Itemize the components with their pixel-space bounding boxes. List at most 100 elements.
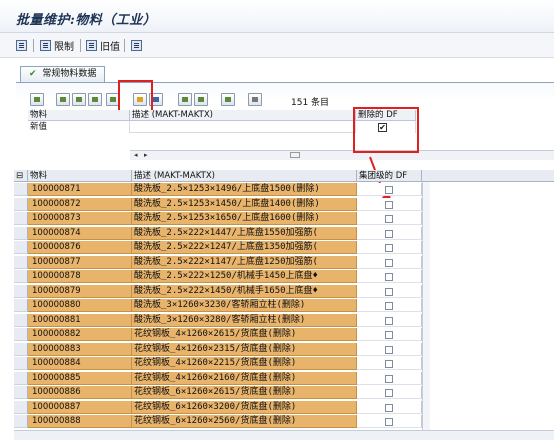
row-checkbox[interactable] [385,418,393,426]
description-cell[interactable]: 花纹钢板_4×1260×2160/货底盘(删除) [132,371,357,385]
row-checkbox[interactable] [385,229,393,238]
description-cell[interactable]: 酸洗板_2.5×1253×1450/上底盘1400(删除) [132,197,357,211]
description-cell[interactable]: 花纹钢板_6×1260×2615/货底盘(删除) [132,386,357,399]
grid-header: ⊟ 物料 描述 (MAKT-MAKTX) 集团级的 DF [14,170,554,182]
row-selector[interactable] [14,386,28,399]
material-cell: 100000881 [28,313,132,327]
copy-button[interactable] [56,93,70,106]
row-selector[interactable] [14,299,28,312]
flag-cell [357,299,422,312]
row-checkbox[interactable] [385,374,393,383]
row-selector[interactable] [14,400,28,414]
row-checkbox[interactable] [385,200,393,209]
scroll-left-icon[interactable]: ◂ [134,151,138,159]
row-checkbox[interactable] [385,215,393,223]
table-row[interactable]: 100000874 酸洗板_2.5×222×1447/上底盘1550加强筋( [14,226,422,240]
flag-cell [357,415,422,428]
row-selector[interactable] [14,255,28,269]
row-checkbox[interactable] [385,287,393,296]
table-row[interactable]: 100000886 花纹钢板_6×1260×2615/货底盘(删除) [14,386,422,399]
material-cell: 100000882 [28,328,132,341]
row-selector[interactable] [14,371,28,385]
table-row[interactable]: 100000872 酸洗板_2.5×1253×1450/上底盘1400(删除) [14,197,422,211]
export-button[interactable] [221,93,235,106]
table-row[interactable]: 100000878 酸洗板_2.5×222×1250/机械手1450上底盘♦ [14,270,422,283]
row-selector[interactable] [14,342,28,356]
row-selector[interactable] [14,183,28,196]
print-button[interactable] [248,93,262,106]
row-selector[interactable] [14,197,28,211]
row-selector[interactable] [14,241,28,254]
sort-desc-button[interactable] [194,93,208,106]
tab-general-material-data[interactable]: ✔ 常规物料数据 [20,66,106,82]
table-row[interactable]: 100000888 花纹钢板_6×1260×2560/货底盘(删除) [14,415,422,428]
scroll-right-icon[interactable]: ▸ [144,151,148,159]
description-cell[interactable]: 花纹钢板_4×1260×2315/货底盘(删除) [132,342,357,356]
material-cell: 100000879 [28,284,132,298]
description-cell[interactable]: 酸洗板_2.5×1253×1650/上底盘1600(删除) [132,212,357,225]
refresh-button[interactable] [131,37,142,53]
row-selector[interactable] [14,284,28,298]
table-row[interactable]: 100000882 花纹钢板_4×1260×2615/货底盘(删除) [14,328,422,341]
row-checkbox[interactable] [385,316,393,325]
grid-vertical-scrollbar[interactable] [422,182,430,430]
flag-cell [357,226,422,240]
row-checkbox[interactable] [385,345,393,354]
description-cell[interactable]: 花纹钢板_6×1260×2560/货底盘(删除) [132,415,357,428]
description-cell[interactable]: 花纹钢板_4×1260×2215/货底盘(删除) [132,357,357,370]
header-desc: 描述 (MAKT-MAKTX) [132,170,357,182]
material-cell: 100000888 [28,415,132,428]
layout-icon[interactable]: ⊟ [14,170,28,182]
table-row[interactable]: 100000877 酸洗板_2.5×222×1147/上底盘1250加强筋( [14,255,422,269]
row-checkbox[interactable] [385,186,393,194]
paste-button[interactable] [72,93,86,106]
description-cell[interactable]: 酸洗板_3×1260×3230/客轿厢立柱(删除) [132,299,357,312]
old-value-button[interactable]: 旧值 [86,37,120,53]
description-cell[interactable]: 花纹钢板_4×1260×2615/货底盘(删除) [132,328,357,341]
flag-cell [357,270,422,283]
select-all-button[interactable] [30,93,44,106]
row-selector[interactable] [14,270,28,283]
scroll-thumb[interactable] [290,152,300,158]
table-row[interactable]: 100000871 酸洗板_2.5×1253×1496/上底盘1500(删除) [14,183,422,196]
row-selector[interactable] [14,328,28,341]
row-checkbox[interactable] [385,331,393,339]
execute-button[interactable] [16,37,27,53]
table-row[interactable]: 100000883 花纹钢板_4×1260×2315/货底盘(删除) [14,342,422,356]
table-row[interactable]: 100000873 酸洗板_2.5×1253×1650/上底盘1600(删除) [14,212,422,225]
description-cell[interactable]: 酸洗板_2.5×222×1447/上底盘1550加强筋( [132,226,357,240]
row-checkbox[interactable] [385,403,393,412]
description-cell[interactable]: 酸洗板_2.5×1253×1496/上底盘1500(删除) [132,183,357,196]
upper-scrollbar[interactable]: ◂ ▸ [130,150,554,160]
description-cell[interactable]: 酸洗板_2.5×222×1247/上底盘1350加强筋( [132,241,357,254]
details-button[interactable] [88,93,102,106]
description-cell[interactable]: 酸洗板_2.5×222×1250/机械手1450上底盘♦ [132,270,357,283]
row-checkbox[interactable] [385,302,393,310]
table-row[interactable]: 100000881 酸洗板_3×1260×3280/客轿厢立柱(删除) [14,313,422,327]
description-cell[interactable]: 酸洗板_2.5×222×1147/上底盘1250加强筋( [132,255,357,269]
table-row[interactable]: 100000884 花纹钢板_4×1260×2215/货底盘(删除) [14,357,422,370]
row-checkbox[interactable] [385,244,393,252]
description-cell[interactable]: 花纹钢板_6×1260×3200/货底盘(删除) [132,400,357,414]
grid-horizontal-scrollbar[interactable] [14,430,554,440]
table-row[interactable]: 100000879 酸洗板_2.5×222×1450/机械手1650上底盘♦ [14,284,422,298]
table-row[interactable]: 100000887 花纹钢板_6×1260×3200/货底盘(删除) [14,400,422,414]
description-cell[interactable]: 酸洗板_3×1260×3280/客轿厢立柱(删除) [132,313,357,327]
restrict-button[interactable]: 限制 [40,37,74,53]
new-value-desc-input[interactable] [130,121,356,133]
row-selector[interactable] [14,212,28,225]
row-checkbox[interactable] [385,273,393,281]
description-cell[interactable]: 酸洗板_2.5×222×1450/机械手1650上底盘♦ [132,284,357,298]
flag-cell [357,342,422,356]
row-checkbox[interactable] [385,258,393,267]
row-selector[interactable] [14,357,28,370]
row-selector[interactable] [14,415,28,428]
sort-asc-button[interactable] [178,93,192,106]
row-checkbox[interactable] [385,360,393,368]
row-selector[interactable] [14,226,28,240]
row-checkbox[interactable] [385,389,393,397]
table-row[interactable]: 100000876 酸洗板_2.5×222×1247/上底盘1350加强筋( [14,241,422,254]
table-row[interactable]: 100000880 酸洗板_3×1260×3230/客轿厢立柱(删除) [14,299,422,312]
row-selector[interactable] [14,313,28,327]
table-row[interactable]: 100000885 花纹钢板_4×1260×2160/货底盘(删除) [14,371,422,385]
